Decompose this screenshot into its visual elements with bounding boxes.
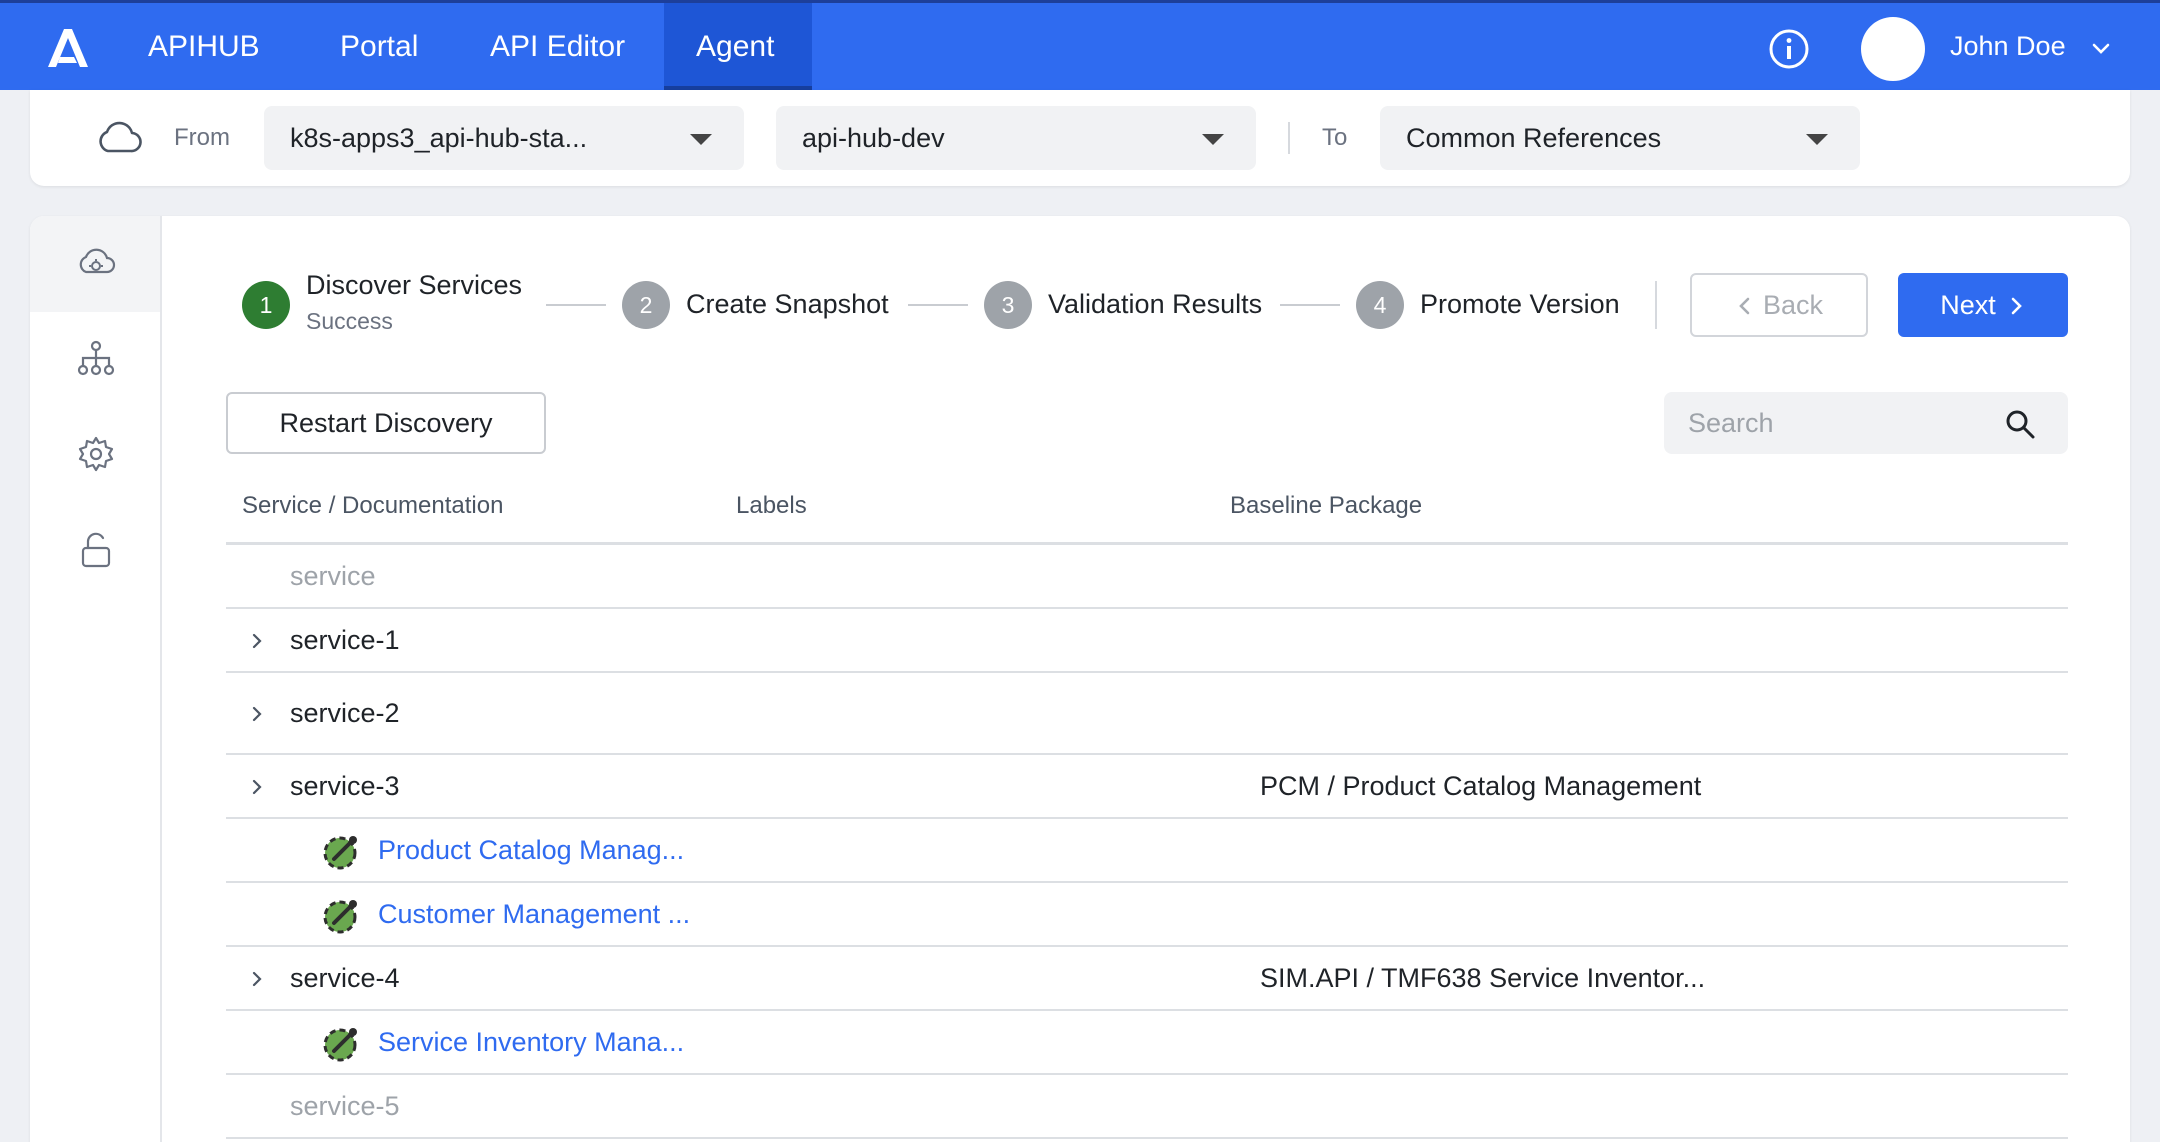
column-header-service[interactable]: Service / Documentation <box>242 492 503 520</box>
unlock-icon <box>81 532 111 568</box>
from-namespace-select[interactable]: api-hub-dev <box>776 106 1256 170</box>
step-connector <box>1280 304 1340 306</box>
sidebar-item-access[interactable] <box>30 504 160 600</box>
service-name: service-5 <box>290 1091 400 1121</box>
main-panel: 1 Discover Services Success 2 Create Sna… <box>30 216 2130 1142</box>
service-name: service <box>290 561 376 591</box>
nav-api-editor[interactable]: API Editor <box>458 3 657 90</box>
documentation-link[interactable]: Customer Management ... <box>378 899 690 930</box>
apihub-logo-icon[interactable] <box>44 25 92 69</box>
from-cluster-value: k8s-apps3_api-hub-sta... <box>290 123 588 153</box>
step-3-circle: 3 <box>984 281 1032 329</box>
caret-down-icon <box>1806 134 1828 145</box>
openapi-doc-icon <box>323 1028 357 1062</box>
from-cluster-select[interactable]: k8s-apps3_api-hub-sta... <box>264 106 744 170</box>
service-name: service-2 <box>290 698 400 728</box>
step-3-label: Validation Results <box>1048 289 1263 319</box>
service-name: service-4 <box>290 963 400 993</box>
column-header-labels[interactable]: Labels <box>736 492 807 520</box>
documentation-link[interactable]: Product Catalog Manag... <box>378 835 684 866</box>
next-button[interactable]: Next <box>1898 273 2068 337</box>
user-name[interactable]: John Doe <box>1950 31 2066 62</box>
column-header-baseline[interactable]: Baseline Package <box>1230 492 1422 520</box>
avatar[interactable] <box>1861 17 1925 81</box>
service-name: service-1 <box>290 625 400 655</box>
back-label: Back <box>1762 290 1824 320</box>
table-row[interactable]: service-1 <box>226 609 2068 673</box>
divider <box>1655 281 1657 329</box>
service-name: service-3 <box>290 771 400 801</box>
baseline-package: PCM / Product Catalog Management <box>1260 771 1702 801</box>
step-connector <box>908 304 968 306</box>
table-row[interactable]: Product Catalog Manag... <box>226 819 2068 883</box>
table-row[interactable]: service-4 SIM.API / TMF638 Service Inven… <box>226 947 2068 1011</box>
from-namespace-value: api-hub-dev <box>802 123 945 153</box>
table-row[interactable]: Customer Management ... <box>226 883 2068 947</box>
back-button[interactable]: Back <box>1690 273 1868 337</box>
openapi-doc-icon <box>323 900 357 934</box>
info-icon[interactable] <box>1768 28 1810 70</box>
sidebar-item-hierarchy[interactable] <box>30 312 160 408</box>
search-icon[interactable] <box>2004 408 2036 440</box>
sidebar <box>30 216 162 1142</box>
openapi-doc-icon <box>323 836 357 870</box>
to-target-value: Common References <box>1406 123 1662 153</box>
table-row[interactable]: service-5 <box>226 1075 2068 1139</box>
step-2-label: Create Snapshot <box>686 289 889 319</box>
step-4-label: Promote Version <box>1420 289 1620 319</box>
chevron-right-icon <box>2011 297 2022 315</box>
restart-discovery-button[interactable]: Restart Discovery <box>226 392 546 454</box>
step-1-circle: 1 <box>242 281 290 329</box>
chevron-right-icon[interactable] <box>248 970 266 988</box>
caret-down-icon <box>1202 134 1224 145</box>
step-1-status: Success <box>306 308 393 334</box>
step-1-label: Discover Services <box>306 270 523 300</box>
table-row[interactable]: service-3 PCM / Product Catalog Manageme… <box>226 755 2068 819</box>
table-row[interactable]: service <box>226 545 2068 609</box>
chevron-right-icon[interactable] <box>248 632 266 650</box>
top-bar: APIHUB Portal API Editor Agent John Doe <box>0 0 2160 90</box>
next-label: Next <box>1940 290 1996 320</box>
step-connector <box>546 304 606 306</box>
table-row[interactable]: service-2 <box>226 673 2068 755</box>
step-2-circle: 2 <box>622 281 670 329</box>
step-4-circle: 4 <box>1356 281 1404 329</box>
from-label: From <box>174 124 230 151</box>
nav-portal[interactable]: Portal <box>308 3 450 90</box>
sidebar-item-discovery[interactable] <box>30 216 160 312</box>
to-target-select[interactable]: Common References <box>1380 106 1860 170</box>
cloud-gear-icon <box>79 248 116 274</box>
source-bar: From k8s-apps3_api-hub-sta... api-hub-de… <box>30 90 2130 186</box>
sidebar-item-settings[interactable] <box>30 408 160 504</box>
caret-down-icon <box>690 134 712 145</box>
gear-icon <box>78 436 114 472</box>
chevron-right-icon[interactable] <box>248 705 266 723</box>
to-label: To <box>1322 124 1348 151</box>
documentation-link[interactable]: Service Inventory Mana... <box>378 1027 684 1058</box>
brand-title[interactable]: APIHUB <box>116 3 292 90</box>
table-row[interactable]: Service Inventory Mana... <box>226 1011 2068 1075</box>
chevron-left-icon <box>1739 297 1750 315</box>
hierarchy-icon <box>77 340 115 376</box>
baseline-package: SIM.API / TMF638 Service Inventor... <box>1260 963 1706 993</box>
divider <box>1288 122 1290 154</box>
chevron-down-icon[interactable] <box>2090 37 2112 59</box>
cloud-icon <box>99 121 142 153</box>
nav-agent[interactable]: Agent <box>664 3 812 90</box>
chevron-right-icon[interactable] <box>248 778 266 796</box>
